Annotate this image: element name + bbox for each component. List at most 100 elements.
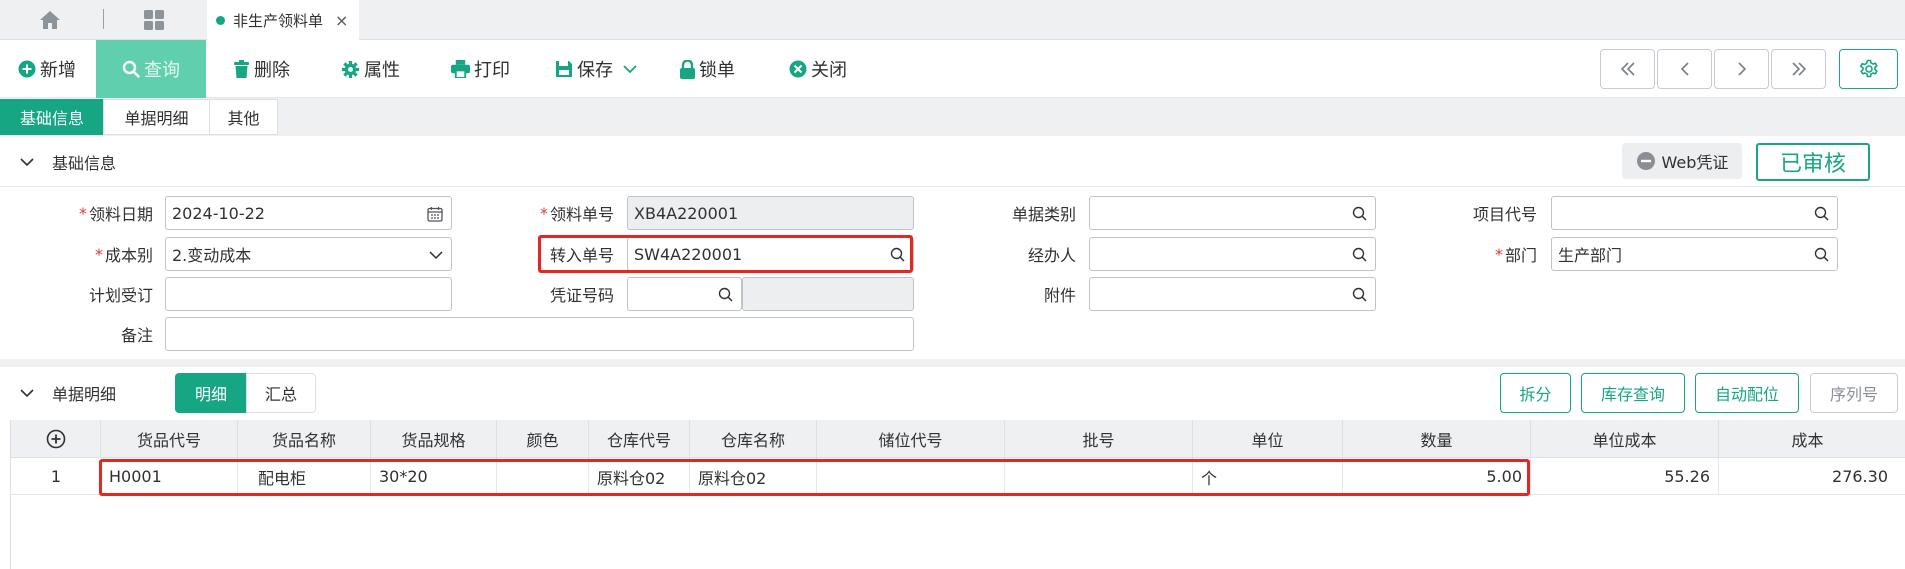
first-record-button[interactable]	[1600, 49, 1655, 89]
search-icon	[1814, 206, 1829, 221]
add-label: 新增	[40, 60, 76, 81]
next-record-button[interactable]	[1714, 49, 1769, 89]
pick-date-value: 2024-10-22	[172, 203, 265, 223]
close-label: 关闭	[811, 60, 847, 81]
col-quantity[interactable]: 数量	[1343, 420, 1531, 458]
save-label: 保存	[577, 60, 613, 81]
chevron-down-icon	[20, 389, 34, 398]
search-icon	[1814, 247, 1829, 262]
tab-doc-detail[interactable]: 单据明细	[103, 99, 210, 135]
col-warehouse-code[interactable]: 仓库代号	[589, 420, 690, 458]
segment-summary[interactable]: 汇总	[246, 373, 316, 413]
tab-basic-info[interactable]: 基础信息	[0, 99, 104, 135]
plan-acceptance-label: 计划受订	[88, 286, 153, 305]
search-icon	[122, 60, 140, 78]
attachment-label: 附件	[1043, 286, 1076, 305]
print-button[interactable]: 打印	[451, 40, 510, 98]
remark-field[interactable]	[165, 317, 914, 351]
col-goods-code[interactable]: 货品代号	[101, 420, 238, 458]
minus-circle-icon	[1636, 152, 1655, 170]
toolbar: 新增 查询 删除 属性 打印 保存 锁单 关闭	[0, 40, 1905, 98]
basic-info-header[interactable]: 基础信息	[0, 143, 1905, 181]
cost-type-label: * 成本别	[94, 244, 153, 266]
tab-other[interactable]: 其他	[209, 99, 278, 135]
grid-icon[interactable]	[104, 0, 204, 40]
web-voucher-label: Web凭证	[1661, 153, 1729, 172]
add-button[interactable]: 新增	[18, 40, 76, 98]
settings-gear-icon	[1859, 59, 1878, 78]
web-voucher-button[interactable]: Web凭证	[1622, 143, 1742, 179]
pick-no-label: * 领料单号	[539, 203, 614, 225]
col-bin-code[interactable]: 储位代号	[817, 420, 1005, 458]
chevron-right-icon	[1737, 62, 1746, 76]
col-unit[interactable]: 单位	[1193, 420, 1343, 458]
voucher-no-field[interactable]	[627, 277, 742, 311]
doc-type-label: 单据类别	[1011, 205, 1076, 224]
print-label: 打印	[474, 60, 510, 81]
split-button[interactable]: 拆分	[1500, 373, 1571, 413]
section-gap	[0, 359, 1905, 367]
double-chevron-left-icon	[1620, 62, 1635, 76]
save-button[interactable]: 保存	[555, 40, 641, 98]
col-warehouse-name[interactable]: 仓库名称	[690, 420, 817, 458]
gear-icon	[341, 60, 360, 78]
serial-no-button: 序列号	[1810, 373, 1898, 413]
transfer-no-highlight	[538, 235, 913, 273]
add-row-button[interactable]	[11, 420, 101, 458]
calendar-icon	[427, 207, 443, 222]
attachment-field[interactable]	[1089, 277, 1376, 311]
query-button[interactable]: 查询	[96, 40, 206, 98]
settings-button[interactable]	[1839, 49, 1898, 89]
delete-button[interactable]: 删除	[233, 40, 290, 98]
chevron-down-icon	[20, 158, 34, 167]
plus-circle-icon	[46, 429, 65, 449]
col-unit-cost[interactable]: 单位成本	[1531, 420, 1719, 458]
col-goods-name[interactable]: 货品名称	[238, 420, 371, 458]
voucher-no-label: 凭证号码	[549, 286, 614, 305]
project-code-label: 项目代号	[1472, 205, 1537, 224]
remark-label: 备注	[120, 326, 153, 345]
department-field[interactable]: 生产部门	[1551, 237, 1838, 271]
col-goods-spec[interactable]: 货品规格	[371, 420, 497, 458]
plus-circle-icon	[18, 60, 36, 78]
pick-no-field[interactable]: XB4A220001	[627, 196, 914, 230]
col-batch-no[interactable]: 批号	[1005, 420, 1193, 458]
handler-field[interactable]	[1089, 237, 1376, 271]
pick-date-label: * 领料日期	[78, 203, 153, 225]
lock-label: 锁单	[699, 60, 735, 81]
previous-record-button[interactable]	[1657, 49, 1712, 89]
row-number: 1	[50, 467, 62, 486]
properties-button[interactable]: 属性	[341, 40, 400, 98]
document-tab-label: 非生产领料单	[233, 11, 324, 30]
last-record-button[interactable]	[1771, 49, 1826, 89]
document-tab[interactable]: 非生产领料单 ×	[207, 0, 359, 40]
project-code-field[interactable]	[1551, 196, 1838, 230]
cell-unit-cost: 55.26	[1531, 458, 1719, 495]
home-icon[interactable]	[0, 0, 100, 40]
search-icon	[1352, 206, 1367, 221]
doc-type-field[interactable]	[1089, 196, 1376, 230]
close-button[interactable]: 关闭	[789, 40, 847, 98]
doc-detail-title: 单据明细	[52, 385, 117, 404]
pick-no-value: XB4A220001	[634, 203, 739, 223]
col-color[interactable]: 颜色	[497, 420, 589, 458]
lock-button[interactable]: 锁单	[680, 40, 735, 98]
cost-type-select[interactable]: 2.变动成本	[165, 237, 452, 271]
chevron-down-icon	[429, 251, 443, 260]
search-icon	[718, 287, 733, 302]
lock-icon	[680, 59, 695, 79]
printer-icon	[451, 60, 470, 78]
save-icon	[556, 61, 572, 77]
auto-allocate-button[interactable]: 自动配位	[1695, 373, 1799, 413]
pick-date-field[interactable]: 2024-10-22	[165, 196, 452, 230]
plan-acceptance-field[interactable]	[165, 277, 452, 311]
stock-query-button[interactable]: 库存查询	[1581, 373, 1685, 413]
cell-cost: 276.30	[1832, 467, 1888, 486]
col-cost[interactable]: 成本	[1719, 420, 1896, 458]
double-chevron-right-icon	[1791, 62, 1806, 76]
department-value: 生产部门	[1558, 246, 1623, 265]
chevron-down-icon	[623, 65, 637, 74]
segment-detail[interactable]: 明细	[175, 373, 247, 413]
section-tabs: 基础信息 单据明细 其他	[0, 98, 1905, 136]
close-tab-icon[interactable]: ×	[335, 11, 348, 30]
